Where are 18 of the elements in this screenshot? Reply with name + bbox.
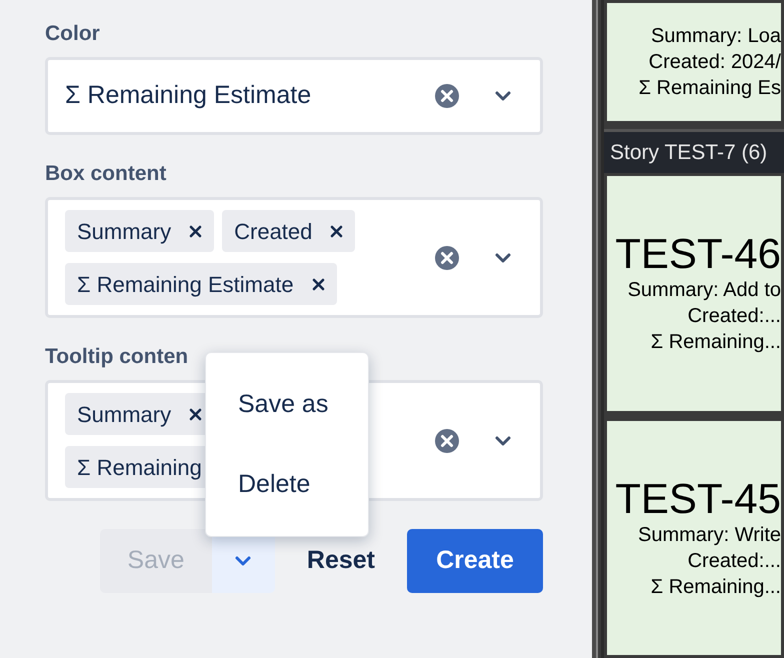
tag-chip: Σ Remaining Estimate [65, 263, 337, 305]
card-field-text: Σ Remaining... [650, 574, 781, 600]
card-field-text: Created:... [688, 304, 781, 330]
card-field-text: Summary: Loa [650, 24, 781, 49]
group-header: Story TEST-7 (6) [604, 129, 784, 173]
card-field-text: Summary: Add to [628, 278, 781, 304]
card-field-text: Created:... [688, 548, 781, 574]
field-label: Color [45, 23, 100, 44]
issue-key: TEST-45 [615, 476, 781, 522]
field-label: Tooltip conten [45, 346, 188, 367]
card-field-text: Created: 2024/ [648, 50, 781, 75]
issue-key: TEST-46 [615, 231, 781, 278]
card-field-text: Σ Remaining... [650, 330, 781, 356]
card-field-text: Summary: Write [638, 522, 781, 548]
tag-chip: Created [222, 210, 356, 252]
field-label: Box content [45, 163, 166, 184]
tag-chip: Summary [65, 210, 214, 252]
card-field-text: Σ Remaining Es [638, 76, 781, 101]
